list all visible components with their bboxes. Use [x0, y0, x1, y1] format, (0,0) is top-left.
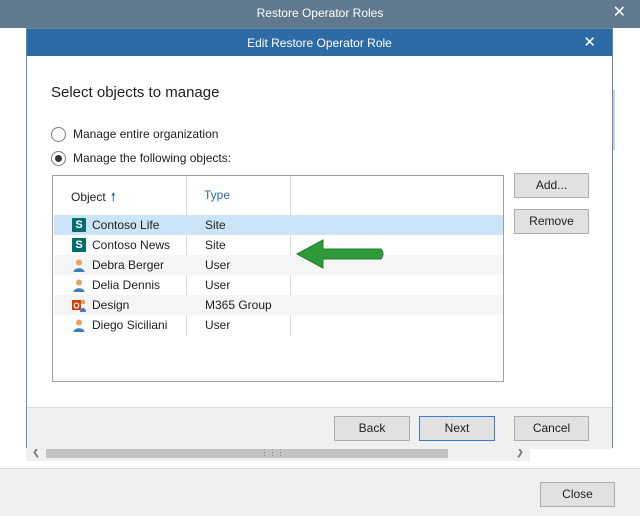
group-icon: O — [72, 299, 86, 312]
close-icon[interactable]: ✕ — [583, 33, 596, 51]
user-icon — [73, 259, 85, 272]
outer-window-title: Restore Operator Roles — [256, 6, 384, 20]
annotation-arrow-icon — [295, 239, 384, 269]
column-header-type[interactable]: Type — [204, 188, 230, 202]
dialog-titlebar: Edit Restore Operator Role ✕ — [27, 29, 612, 56]
user-icon — [73, 279, 85, 292]
column-header-object[interactable]: Object 🠕 — [71, 188, 116, 209]
sharepoint-site-icon: S — [72, 238, 86, 252]
outer-window-divider — [613, 90, 615, 120]
edit-role-dialog: Edit Restore Operator Role ✕ Select obje… — [26, 28, 613, 449]
table-row[interactable]: Debra Berger User — [54, 255, 503, 275]
close-button[interactable]: Close — [540, 482, 615, 507]
outer-window-footer: Close — [0, 468, 640, 516]
object-type: User — [205, 318, 231, 332]
table-row[interactable]: Diego Siciliani User — [54, 315, 503, 335]
user-icon — [73, 319, 85, 332]
remove-button[interactable]: Remove — [514, 209, 589, 234]
table-row[interactable]: S Contoso News Site — [54, 235, 503, 255]
object-type: User — [205, 258, 231, 272]
dialog-footer: Back Next Cancel — [27, 407, 612, 449]
object-type: Site — [205, 238, 226, 252]
object-type: Site — [205, 218, 226, 232]
table-row[interactable]: O Design M365 Group — [54, 295, 503, 315]
table-header: Object 🠕 Type — [53, 176, 503, 214]
object-name: Debra Berger — [92, 258, 165, 272]
page-title: Select objects to manage — [51, 84, 220, 101]
close-icon[interactable]: ✕ — [613, 4, 626, 22]
radio-entire-organization[interactable]: Manage entire organization — [51, 125, 218, 143]
radio-following-objects[interactable]: Manage the following objects: — [51, 149, 231, 167]
table-row[interactable]: S Contoso Life Site — [54, 215, 503, 235]
scrollbar-thumb[interactable]: ⋮⋮⋮ — [46, 447, 448, 458]
object-name: Contoso Life — [92, 218, 160, 232]
outer-window-divider — [613, 120, 615, 150]
radio-label: Manage entire organization — [73, 127, 219, 141]
sharepoint-site-icon: S — [72, 218, 86, 232]
back-button[interactable]: Back — [334, 416, 410, 441]
radio-button[interactable] — [51, 126, 66, 142]
radio-label: Manage the following objects: — [73, 151, 232, 165]
dialog-title: Edit Restore Operator Role — [247, 36, 392, 50]
object-type: M365 Group — [205, 298, 272, 312]
add-button[interactable]: Add... — [514, 173, 589, 198]
cancel-button[interactable]: Cancel — [514, 416, 589, 441]
radio-button[interactable] — [51, 150, 66, 166]
sort-ascending-icon: 🠕 — [110, 190, 116, 204]
object-name: Diego Siciliani — [92, 318, 168, 332]
next-button[interactable]: Next — [419, 416, 495, 441]
objects-table: Object 🠕 Type S Contoso Life Site S Conto… — [52, 175, 504, 382]
object-name: Delia Dennis — [92, 278, 161, 292]
svg-text:O: O — [73, 302, 79, 311]
object-type: User — [205, 278, 231, 292]
outer-window-titlebar: Restore Operator Roles ✕ — [0, 0, 640, 28]
table-row[interactable]: Delia Dennis User — [54, 275, 503, 295]
object-name: Design — [92, 298, 130, 312]
object-name: Contoso News — [92, 238, 171, 252]
